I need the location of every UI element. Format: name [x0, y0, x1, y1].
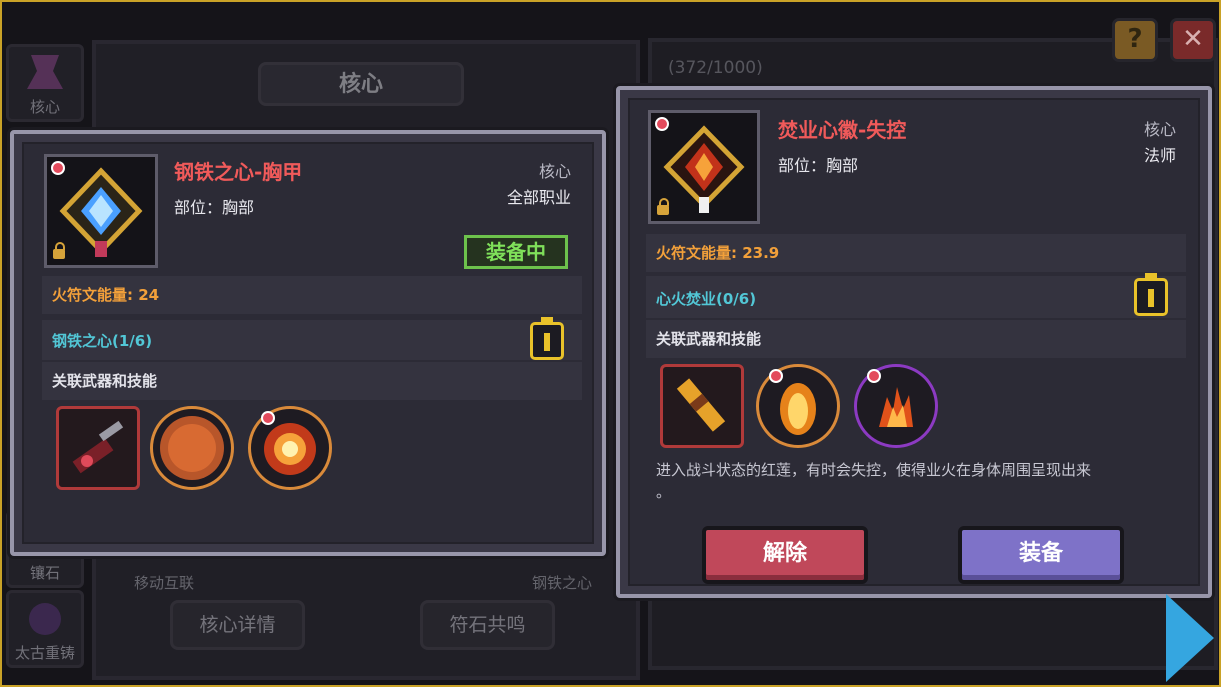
gem-icon [769, 369, 783, 383]
bg-label-left: 移动互联 [134, 574, 195, 592]
help-icon: ? [1127, 24, 1143, 54]
compare-energy-text: 火符文能量: 23.9 [656, 244, 780, 262]
set-bonus-icon[interactable] [1134, 273, 1168, 316]
bg-label-right: 钢铁之心 [532, 574, 593, 592]
reforge-tab-icon [29, 603, 61, 635]
set-bonus-icon[interactable] [530, 317, 564, 360]
skill-icon-shield[interactable] [150, 406, 234, 490]
equipped-status-badge: 装备中 [464, 235, 568, 269]
compare-energy-row: 火符文能量: 23.9 [646, 234, 1186, 272]
help-button[interactable]: ? [1112, 18, 1158, 62]
next-arrow-icon[interactable] [1166, 594, 1214, 682]
lock-icon [53, 242, 65, 259]
lock-icon [657, 198, 669, 215]
inventory-counter: (372/1000) [668, 58, 763, 78]
compare-item-icon[interactable] [648, 110, 760, 224]
hex-shield-icon [160, 416, 224, 480]
close-button[interactable]: ✕ [1170, 18, 1216, 62]
core-tab-icon [27, 55, 63, 89]
skill-icon-explosion[interactable] [248, 406, 332, 490]
core-detail-button[interactable]: 核心详情 [170, 600, 305, 650]
compare-item-class: 法师 [1143, 146, 1176, 165]
side-tab-reforge-label: 太古重铸 [14, 644, 75, 662]
equipped-energy-text: 火符文能量: 24 [52, 286, 160, 304]
equipped-related-row: 关联武器和技能 [42, 362, 582, 400]
compare-set-text: 心火焚业(0/6) [656, 290, 757, 308]
side-tab-core[interactable]: 核心 [6, 44, 84, 122]
gem-icon [261, 411, 275, 425]
weapon-icon[interactable] [660, 364, 744, 448]
remove-button[interactable]: 解除 [702, 526, 868, 584]
equipped-energy-row: 火符文能量: 24 [42, 276, 582, 314]
side-tab-core-label: 核心 [29, 98, 60, 116]
equipped-item-type: 核心 [538, 162, 571, 181]
gun-icon [72, 420, 124, 474]
gem-icon [867, 369, 881, 383]
skill-icon-blaze[interactable] [854, 364, 938, 448]
compare-set-row: 心火焚业(0/6) [646, 276, 1186, 318]
skill-icon-fire-pillar[interactable] [756, 364, 840, 448]
compare-item-slot: 部位：胸部 [778, 156, 859, 175]
equipped-related-text: 关联武器和技能 [52, 372, 158, 390]
compare-related-text: 关联武器和技能 [656, 330, 762, 348]
side-tab-reforge[interactable]: 太古重铸 [6, 590, 84, 668]
core-panel-title: 核心 [258, 62, 464, 106]
equipped-set-row: 钢铁之心(1/6) [42, 320, 582, 360]
side-tab-inlay-label: 镶石 [29, 564, 60, 582]
compare-related-row: 关联武器和技能 [646, 320, 1186, 358]
equipped-item-icon[interactable] [44, 154, 158, 268]
weapon-icon[interactable] [56, 406, 140, 490]
equipped-item-class: 全部职业 [506, 188, 571, 207]
compare-item-type: 核心 [1143, 120, 1176, 139]
close-icon: ✕ [1182, 24, 1204, 54]
compare-item-name: 焚业心徽-失控 [778, 118, 907, 142]
equip-button[interactable]: 装备 [958, 526, 1124, 584]
equipped-item-slot: 部位：胸部 [174, 198, 255, 217]
equipped-set-text: 钢铁之心(1/6) [52, 332, 153, 350]
rune-resonance-button[interactable]: 符石共鸣 [420, 600, 555, 650]
compare-item-description-end: 。 [656, 483, 672, 501]
flame-sword-icon [676, 378, 726, 432]
equipped-item-name: 钢铁之心-胸甲 [174, 160, 303, 184]
compare-item-description: 进入战斗状态的红莲，有时会失控，使得业火在身体周围呈现出来 [656, 461, 1092, 479]
